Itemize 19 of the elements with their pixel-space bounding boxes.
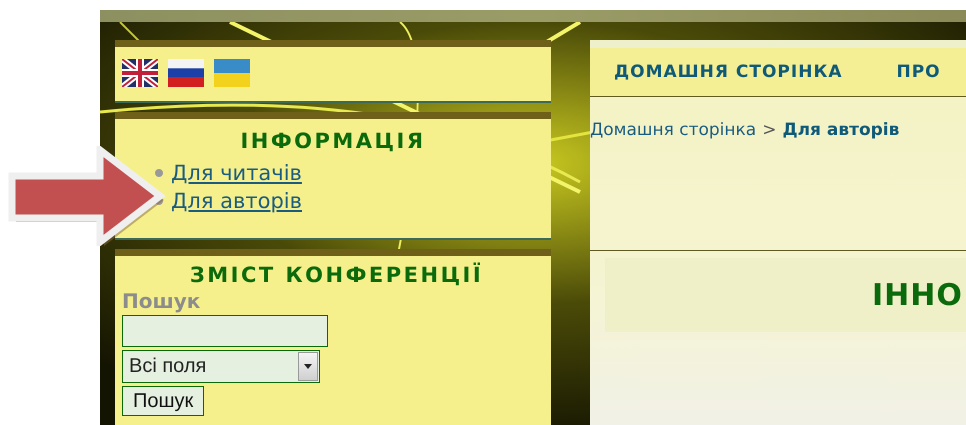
arrow-icon	[8, 146, 168, 246]
nav-link[interactable]: ПРО	[896, 62, 941, 82]
panel-title: ІНФОРМАЦІЯ	[239, 129, 427, 153]
bullet-icon	[155, 169, 163, 177]
search-label: Пошук	[122, 289, 202, 313]
breadcrumb-current: Для авторів	[782, 120, 900, 140]
russia-flag-icon[interactable]	[168, 59, 204, 87]
caret-icon	[298, 352, 318, 381]
panel-title: ЗМІСТ КОНФЕРЕНЦІЇ	[188, 263, 484, 287]
breadcrumb-separator: >	[762, 120, 776, 140]
uk-flag-icon[interactable]	[122, 59, 158, 87]
breadcrumb-link[interactable]: Домашня сторінка	[590, 120, 756, 140]
sidebar-link[interactable]: Для читачів	[171, 161, 302, 185]
nav-link[interactable]: ДОМАШНЯ СТОРІНКА	[614, 62, 842, 82]
search-button[interactable]: Пошук	[122, 386, 204, 416]
scope-select[interactable]: Всі поля	[122, 350, 320, 383]
sidebar-link[interactable]: Для авторів	[171, 189, 302, 213]
page-title: ІННО	[872, 278, 963, 312]
search-field[interactable]	[122, 315, 328, 347]
